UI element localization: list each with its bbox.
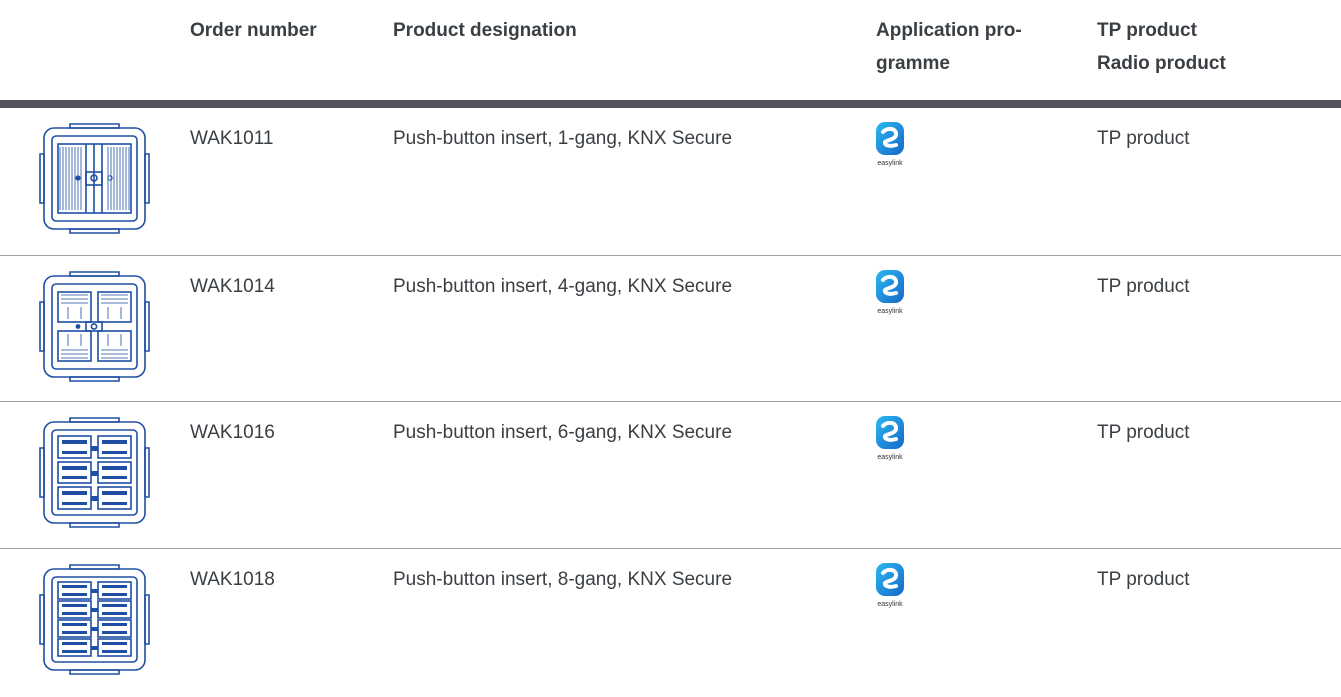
table-row: WAK1011 Push-button insert, 1-gang, KNX …: [0, 108, 1341, 256]
table-row: WAK1016 Push-button insert, 6-gang, KNX …: [0, 402, 1341, 550]
easylink-icon: [876, 563, 904, 596]
order-number: WAK1011: [190, 128, 274, 149]
product-designation: Push-button insert, 6-gang, KNX Secure: [393, 422, 733, 443]
easylink-logo: easylink: [873, 270, 907, 320]
push-button-insert-6-gang-icon: [39, 417, 150, 528]
tp-radio-value: TP product: [1097, 276, 1190, 297]
push-button-insert-8-gang-icon: [39, 564, 150, 675]
tp-radio-value: TP product: [1097, 422, 1190, 443]
easylink-icon: [876, 416, 904, 449]
header-radio-product: Radio product: [1097, 53, 1226, 74]
order-number: WAK1016: [190, 422, 275, 443]
order-number: WAK1014: [190, 276, 275, 297]
easylink-icon: [876, 270, 904, 303]
header-order-number: Order number: [190, 20, 317, 41]
header-rule: [0, 100, 1341, 108]
tp-radio-value: TP product: [1097, 569, 1190, 590]
push-button-insert-4-gang-icon: [39, 271, 150, 382]
table-header: Order number Product designation Applica…: [0, 0, 1341, 104]
header-tp-product: TP product: [1097, 20, 1197, 41]
tp-radio-value: TP product: [1097, 128, 1190, 149]
easylink-text: easylink: [877, 308, 903, 315]
easylink-icon: [876, 122, 904, 155]
product-designation: Push-button insert, 4-gang, KNX Secure: [393, 276, 733, 297]
push-button-insert-1-gang-icon: [39, 123, 150, 234]
easylink-logo: easylink: [873, 416, 907, 466]
easylink-logo: easylink: [873, 122, 907, 172]
product-designation: Push-button insert, 1-gang, KNX Secure: [393, 128, 733, 149]
header-application-programme-line2: gramme: [876, 53, 950, 74]
header-application-programme: Application pro- gramme: [876, 14, 1066, 80]
easylink-text: easylink: [877, 601, 903, 608]
header-application-programme-line1: Application pro-: [876, 20, 1022, 41]
easylink-text: easylink: [877, 454, 903, 461]
product-designation: Push-button insert, 8-gang, KNX Secure: [393, 569, 733, 590]
order-number: WAK1018: [190, 569, 275, 590]
easylink-logo: easylink: [873, 563, 907, 613]
header-tp-radio: TP product Radio product: [1097, 14, 1226, 80]
table-row: WAK1014 Push-button insert, 4-gang, KNX …: [0, 256, 1341, 404]
easylink-text: easylink: [877, 160, 903, 167]
table-row: WAK1018 Push-button insert, 8-gang, KNX …: [0, 549, 1341, 697]
header-product-designation: Product designation: [393, 20, 577, 41]
